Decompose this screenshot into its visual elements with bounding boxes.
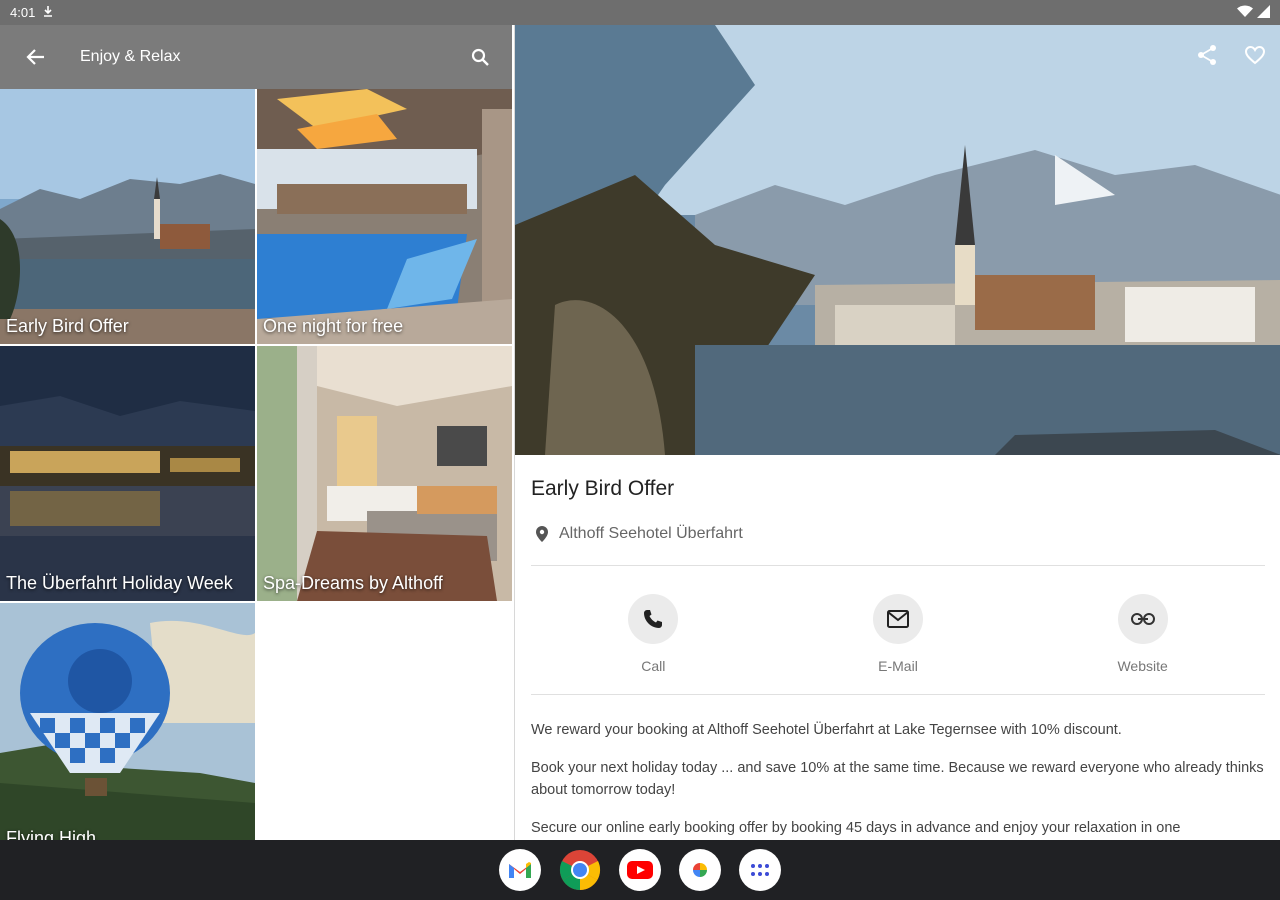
call-label: Call: [641, 658, 666, 674]
photos-icon[interactable]: [679, 849, 721, 891]
tile-caption: Spa-Dreams by Althoff: [263, 573, 443, 593]
hero-image: [515, 25, 1280, 455]
back-button[interactable]: [0, 25, 72, 89]
favorite-button[interactable]: [1243, 43, 1267, 67]
tile-caption: The Überfahrt Holiday Week: [6, 573, 233, 593]
mail-icon: [886, 610, 909, 628]
gmail-icon[interactable]: [499, 849, 541, 891]
email-button[interactable]: E-Mail: [838, 594, 958, 674]
taskbar-dock: [0, 840, 1280, 900]
email-label: E-Mail: [878, 658, 918, 674]
offer-detail: Early Bird Offer Althoff Seehotel Überfa…: [531, 455, 1265, 840]
apps-icon[interactable]: [739, 849, 781, 891]
call-button[interactable]: Call: [593, 594, 713, 674]
offer-tile[interactable]: The Überfahrt Holiday Week: [0, 346, 255, 601]
location-text: Althoff Seehotel Überfahrt: [559, 525, 743, 542]
location-row[interactable]: Althoff Seehotel Überfahrt: [531, 525, 1265, 543]
search-button[interactable]: [448, 25, 512, 89]
app-title: Enjoy & Relax: [80, 48, 181, 65]
list-pane: Enjoy & Relax Early Bird Offer One night…: [0, 25, 512, 840]
contact-actions: Call E-Mail Website: [531, 566, 1265, 694]
hotel-night-image: [0, 346, 255, 601]
signal-icon: [1257, 4, 1270, 21]
offer-tile[interactable]: Early Bird Offer: [0, 89, 255, 344]
arrow-back-icon: [26, 49, 44, 65]
description-paragraph: Book your next holiday today ... and sav…: [531, 760, 1264, 798]
detail-pane: Early Bird Offer Althoff Seehotel Überfa…: [514, 25, 1280, 840]
detail-title: Early Bird Offer: [531, 477, 675, 500]
youtube-icon[interactable]: [619, 849, 661, 891]
website-label: Website: [1117, 658, 1168, 674]
lake-village-image: [0, 89, 255, 344]
spa-room-image: [257, 346, 512, 601]
wifi-icon: [1237, 5, 1253, 21]
share-button[interactable]: [1195, 43, 1219, 67]
indoor-pool-image: [257, 89, 512, 344]
tile-caption: Early Bird Offer: [6, 316, 129, 336]
search-icon: [471, 48, 489, 66]
chrome-icon[interactable]: [559, 849, 601, 891]
link-icon: [1130, 613, 1155, 625]
status-time: 4:01: [10, 5, 36, 20]
app-bar: Enjoy & Relax: [0, 25, 512, 89]
description-paragraph: Secure our online early booking offer by…: [531, 820, 1181, 836]
status-bar: 4:01: [0, 0, 1280, 25]
offer-tile[interactable]: Spa-Dreams by Althoff: [257, 346, 512, 601]
tile-caption: One night for free: [263, 316, 404, 336]
phone-icon: [644, 610, 663, 628]
heart-icon: [1244, 45, 1266, 65]
lake-village-hero-image: [515, 25, 1280, 455]
divider: [531, 694, 1265, 695]
hot-air-balloon-image: [0, 603, 255, 840]
offer-description: We reward your booking at Althoff Seehot…: [531, 719, 1265, 839]
tile-caption: Flying High: [6, 828, 97, 840]
description-paragraph: We reward your booking at Althoff Seehot…: [531, 722, 1122, 738]
offer-tile[interactable]: Flying High: [0, 603, 255, 840]
offer-tile[interactable]: One night for free: [257, 89, 512, 344]
location-pin-icon: [531, 526, 553, 542]
download-icon: [43, 5, 53, 20]
website-button[interactable]: Website: [1083, 594, 1203, 674]
share-icon: [1198, 45, 1216, 65]
